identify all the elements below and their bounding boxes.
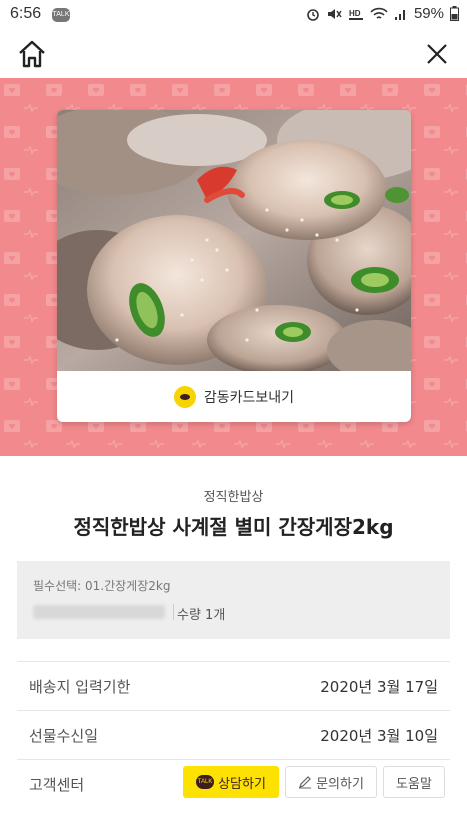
gift-card[interactable]: 감동카드보내기 — [57, 110, 411, 422]
home-icon[interactable] — [16, 38, 48, 70]
close-icon[interactable] — [423, 40, 451, 68]
signal-icon — [394, 9, 405, 20]
row-label: 배송지 입력기한 — [29, 678, 131, 696]
chat-consult-label: 상담하기 — [218, 776, 266, 792]
alarm-icon — [307, 8, 319, 21]
battery-percent: 59% — [413, 5, 444, 22]
status-icons: HD 59% — [306, 5, 459, 22]
product-title: 정직한밥상 사계절 별미 간장게장2kg — [73, 515, 394, 539]
divider — [173, 604, 174, 620]
brand-name: 정직한밥상 — [203, 490, 264, 505]
customer-center-row: 고객센터 TALK 상담하기 문의하기 도움말 — [17, 759, 450, 808]
top-nav — [0, 30, 467, 78]
battery-icon — [450, 6, 459, 21]
kakaotalk-icon: TALK — [196, 775, 215, 789]
svg-text:HD: HD — [349, 9, 361, 18]
quantity: 수량 1개 — [177, 608, 226, 623]
delivery-deadline-row: 배송지 입력기한 2020년 3월 17일 — [17, 661, 450, 710]
required-option: 필수선택: 01.간장게장2kg — [33, 579, 171, 593]
row-value: 2020년 3월 17일 — [320, 678, 438, 696]
mute-icon — [327, 8, 342, 19]
gift-received-row: 선물수신일 2020년 3월 10일 — [17, 710, 450, 759]
option-box: 필수선택: 01.간장게장2kg 수량 1개 — [17, 561, 450, 639]
row-label: 선물수신일 — [29, 727, 99, 745]
pencil-icon — [299, 776, 312, 789]
row-value: 2020년 3월 10일 — [320, 727, 438, 745]
inquiry-label: 문의하기 — [316, 776, 364, 792]
status-bar: 6:56 TALK HD 59% — [0, 0, 467, 30]
hd-volte-icon: HD — [348, 9, 363, 20]
blurred-text — [33, 605, 165, 619]
inquiry-button[interactable]: 문의하기 — [285, 766, 377, 798]
status-time: 6:56 — [10, 5, 42, 22]
help-label: 도움말 — [396, 776, 432, 792]
row-label: 고객센터 — [29, 776, 85, 794]
send-card-label: 감동카드보내기 — [203, 389, 295, 406]
wifi-icon — [370, 7, 388, 19]
chat-consult-button[interactable]: TALK 상담하기 — [183, 766, 279, 798]
help-button[interactable]: 도움말 — [383, 766, 445, 798]
kakaotalk-notification-icon: TALK — [52, 8, 70, 22]
send-gift-card-button[interactable]: 감동카드보내기 — [57, 371, 411, 422]
marinated-crab-photo — [57, 110, 411, 371]
kakaotalk-icon — [173, 385, 196, 408]
